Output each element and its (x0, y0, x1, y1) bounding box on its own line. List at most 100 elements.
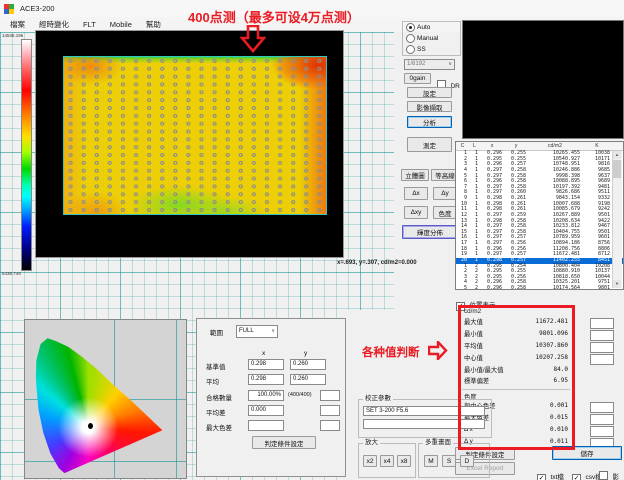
scroll-down-icon[interactable]: ▼ (613, 280, 621, 288)
camera-preview (462, 20, 624, 139)
annotation-right-arrow-icon (428, 341, 448, 360)
range-select-dropdown[interactable]: FULL ∨ (236, 325, 278, 338)
radio-icon[interactable] (406, 34, 415, 43)
reference-x-field[interactable]: 0.298 (248, 359, 284, 370)
zoom-button-x8[interactable]: x8 (397, 455, 411, 467)
judge-indicator-box (590, 318, 614, 329)
annotation-down-arrow-icon (240, 25, 266, 53)
measurement-table: CLxycd/m2K 110.2960.25510265.45510038210… (455, 141, 624, 290)
colorbar-max-label: 14536.196 (2, 33, 23, 38)
average-y-field[interactable]: 0.260 (290, 374, 326, 385)
judge-indicator-box (590, 414, 614, 425)
multi-screen-button-m[interactable]: M (424, 455, 438, 467)
range-value: 1/8192 (407, 60, 425, 69)
mode-radio-ss[interactable]: SS (406, 45, 426, 54)
measure-button[interactable]: 測定 (407, 137, 452, 152)
luminance-dist-button[interactable]: 輝度分佈 (402, 225, 458, 239)
table-cell: 9801 (582, 286, 612, 292)
scrollbar-thumb[interactable] (613, 160, 621, 178)
pass-count-label: 合格數量 (206, 392, 232, 402)
csv-file-checkbox-row[interactable]: ✓ csv檔 (572, 466, 602, 480)
table-cell: 10174.564 (528, 286, 582, 292)
mode-radio-manual[interactable]: Manual (406, 34, 438, 43)
avg-diff-label: 平均差 (206, 407, 226, 417)
judge-indicator-box (590, 426, 614, 437)
pass-count-field: 100.00% (248, 390, 284, 401)
zoom-button-x2[interactable]: x2 (363, 455, 377, 467)
delta-y-button[interactable]: Δy (433, 187, 457, 200)
judge-indicator-box (320, 405, 340, 416)
cie-horseshoe-whitepoint (35, 328, 175, 474)
pass-count-detail: (400/400) (288, 392, 312, 398)
delta-x-button[interactable]: Δx (404, 187, 428, 200)
menu-item[interactable]: 檔案 (3, 18, 32, 32)
table-cell: 0.296 (480, 286, 504, 292)
radio-icon[interactable] (406, 23, 415, 32)
capture-button[interactable]: 影像擷取 (407, 101, 452, 112)
judge-indicator-box (590, 402, 614, 413)
annotation-side-text: 各种值判断 (362, 344, 420, 360)
reference-y-field[interactable]: 0.260 (290, 359, 326, 370)
avg-diff-field: 0.000 (248, 405, 284, 416)
multi-screen-button-d[interactable]: D (460, 455, 474, 467)
mode-radio-label: Manual (417, 35, 438, 42)
delta-xy-button[interactable]: Δxy (404, 206, 428, 219)
judge-indicator-box (320, 390, 340, 401)
annotation-top-text: 400点测（最多可设4万点测） (188, 7, 360, 26)
table-cell: 5 (456, 286, 469, 292)
annotation-highlight-box (458, 305, 575, 450)
image-file-checkbox[interactable] (599, 471, 608, 480)
measurement-table-body: 110.2960.25510265.45510038210.2950.25510… (456, 151, 623, 292)
cie-gridline-horizontal (25, 461, 186, 462)
table-header-cell: cd/m2 (528, 143, 582, 149)
max-color-diff-field (248, 420, 284, 431)
image-file-checkbox-row[interactable]: 影像檔 (599, 466, 624, 480)
multi-screen-button-s[interactable]: S (442, 455, 456, 467)
mode-radio-label: Auto (417, 24, 430, 31)
judge-indicator-box (320, 420, 340, 431)
app-icon (4, 4, 14, 14)
analyze-button[interactable]: 分析 (407, 116, 452, 128)
colorbar-min-label: 5438.749 (2, 271, 21, 276)
range-dropdown[interactable]: 1/8192 ∨ (404, 59, 455, 70)
table-scrollbar[interactable]: ▲ ▼ (612, 151, 622, 288)
window-title: ACE3-200 (20, 4, 55, 13)
chevron-down-icon: ∨ (271, 327, 275, 336)
mode-radio-label: SS (417, 46, 426, 53)
table-header-cell: x (480, 143, 504, 149)
table-cell: 0.258 (504, 286, 528, 292)
judge-indicator-box (590, 354, 614, 365)
radio-icon[interactable] (406, 45, 415, 54)
settings-button[interactable]: 設定 (407, 87, 452, 98)
table-header-cell: L (469, 143, 480, 149)
txt-file-checkbox[interactable]: ✓ (537, 474, 546, 480)
average-x-field[interactable]: 0.298 (248, 374, 284, 385)
zoom-label: 放大 (363, 439, 380, 447)
zero-gain-button[interactable]: 0gain (404, 73, 431, 84)
judge-condition-button[interactable]: 判定條件設定 (252, 436, 316, 449)
zoom-button-x4[interactable]: x4 (380, 455, 394, 467)
heatmap-panel[interactable] (35, 30, 344, 258)
measurement-points-grid (64, 57, 326, 214)
cursor-readout: x=.693, y=.307, cd/m2=0.000 (337, 260, 417, 266)
mode-radio-auto[interactable]: Auto (406, 23, 430, 32)
mode-radio-group: Auto Manual SS (406, 23, 438, 54)
zoom-button-group: x2x4x8 (363, 455, 411, 467)
multi-screen-button-group: MSD (424, 455, 474, 467)
calibration-label: 校正參數 (363, 395, 393, 403)
chevron-down-icon: ∨ (448, 60, 452, 69)
txt-file-checkbox-row[interactable]: ✓ txt檔 (537, 466, 564, 480)
range-select-value: FULL (239, 327, 254, 336)
solid-view-button[interactable]: 立體圖 (401, 169, 429, 181)
scroll-up-icon[interactable]: ▲ (613, 151, 621, 159)
average-label: 平均 (206, 376, 219, 386)
max-color-diff-label: 最大色差 (206, 422, 232, 432)
cie-diagram-panel[interactable] (24, 319, 187, 479)
table-row[interactable]: 520.2960.25810174.5649801 (456, 286, 623, 292)
chroma-button[interactable]: 色度 (433, 206, 457, 219)
csv-file-checkbox[interactable]: ✓ (572, 474, 581, 480)
table-header-cell: y (504, 143, 528, 149)
table-cell: 2 (469, 286, 480, 292)
judge-indicator-box (590, 330, 614, 341)
col-x-header: x (262, 350, 265, 357)
